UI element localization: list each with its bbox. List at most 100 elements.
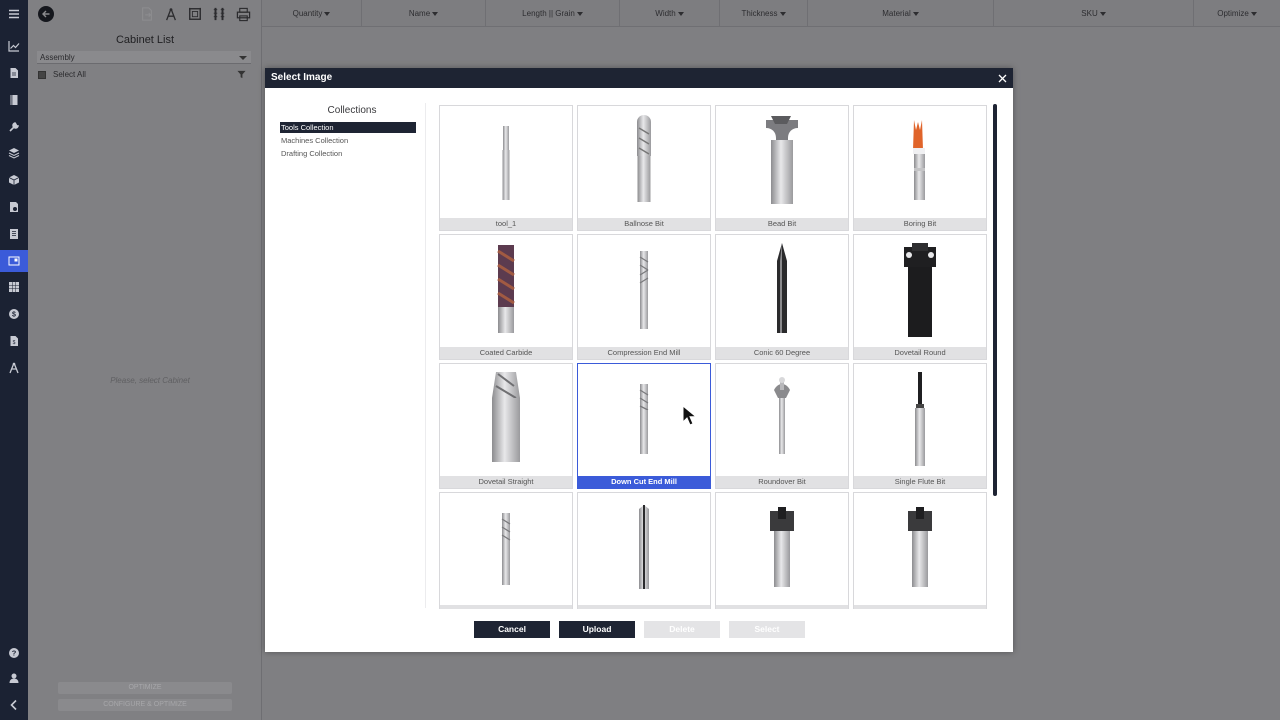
hardware-icon[interactable] (211, 6, 227, 22)
dialog-header: Select Image (265, 68, 1013, 88)
column-width[interactable]: Width (620, 0, 720, 27)
export-icon[interactable] (139, 6, 155, 22)
upload-button[interactable]: Upload (559, 621, 635, 638)
report-icon[interactable] (4, 226, 24, 242)
column-thickness[interactable]: Thickness (720, 0, 808, 27)
spiral-bit-icon (501, 513, 511, 585)
user-icon[interactable] (4, 670, 24, 686)
image-label: Roundover Bit (716, 476, 848, 488)
column-length-grain[interactable]: Length || Grain (486, 0, 620, 27)
image-tile[interactable] (715, 492, 849, 609)
help-icon[interactable]: ? (4, 645, 24, 661)
sort-caret-icon (432, 11, 439, 16)
dialog-title: Select Image (271, 72, 333, 83)
image-tile[interactable]: Roundover Bit (715, 363, 849, 489)
column-sku[interactable]: SKU (994, 0, 1194, 27)
image-tile[interactable]: Bead Bit (715, 105, 849, 231)
delete-button[interactable]: Delete (644, 621, 720, 638)
box-icon[interactable] (4, 172, 24, 188)
image-label: Bead Bit (716, 218, 848, 230)
menu-icon[interactable] (4, 6, 24, 22)
column-quantity[interactable]: Quantity (262, 0, 362, 27)
column-optimize[interactable]: Optimize (1194, 0, 1280, 27)
select-all-label: Select All (53, 70, 86, 79)
left-nav-rail: $ $ ? (0, 0, 28, 720)
image-tile[interactable]: Coated Carbide (439, 234, 573, 360)
insert-cutter-icon (908, 507, 932, 587)
blueprint-icon[interactable] (187, 6, 203, 22)
svg-text:$: $ (13, 340, 16, 346)
image-label: tool_1 (440, 218, 572, 230)
collection-drafting[interactable]: Drafting Collection (280, 148, 416, 159)
select-all-row[interactable]: Select All (38, 70, 86, 79)
column-label: Optimize (1217, 9, 1249, 18)
close-button[interactable] (995, 71, 1009, 85)
assembly-select[interactable]: Assembly (37, 51, 251, 64)
image-label: Single Flute Bit (854, 476, 986, 488)
straight-bit-icon (502, 126, 510, 200)
image-label: Dovetail Round (854, 347, 986, 359)
grid-scrollbar[interactable] (993, 104, 997, 496)
collection-machines[interactable]: Machines Collection (280, 135, 416, 146)
sort-caret-icon (1250, 11, 1257, 16)
empty-message: Please, select Cabinet (110, 376, 190, 385)
sort-caret-icon (912, 11, 919, 16)
column-name[interactable]: Name (362, 0, 486, 27)
filter-icon[interactable] (237, 70, 246, 79)
image-label: Boring Bit (854, 218, 986, 230)
image-tile[interactable] (439, 492, 573, 609)
column-label: Material (882, 9, 911, 18)
image-tile[interactable]: Dovetail Round (853, 234, 987, 360)
image-grid: tool_1 Ballnose Bit Bead Bit Boring Bit (438, 104, 991, 609)
select-image-dialog: Select Image Collections Tools Collectio… (265, 68, 1013, 652)
compression-end-mill-icon (639, 251, 649, 329)
image-tile[interactable] (577, 492, 711, 609)
layers-icon[interactable] (4, 145, 24, 161)
sort-caret-icon (677, 11, 684, 16)
mouse-pointer-icon (682, 405, 696, 426)
image-label: Down Cut End Mill (578, 476, 710, 488)
image-tile[interactable]: Conic 60 Degree (715, 234, 849, 360)
cabinet-view-icon[interactable] (0, 250, 28, 272)
image-tile[interactable]: Compression End Mill (577, 234, 711, 360)
parts-icon[interactable] (4, 199, 24, 215)
image-label (440, 605, 572, 609)
image-tile[interactable]: Dovetail Straight (439, 363, 573, 489)
select-button[interactable]: Select (729, 621, 805, 638)
back-button[interactable] (38, 6, 54, 22)
collapse-icon[interactable] (4, 697, 24, 713)
document-icon[interactable] (4, 65, 24, 81)
image-label (716, 605, 848, 609)
column-label: Width (655, 9, 676, 18)
collection-tools[interactable]: Tools Collection (280, 122, 416, 133)
image-tile[interactable]: tool_1 (439, 105, 573, 231)
image-tile[interactable] (853, 492, 987, 609)
compass-icon[interactable] (163, 6, 179, 22)
image-tile[interactable]: Ballnose Bit (577, 105, 711, 231)
chart-icon[interactable] (4, 38, 24, 54)
dovetail-straight-icon (492, 372, 520, 462)
collections-title: Collections (327, 105, 377, 116)
grid-icon[interactable] (4, 279, 24, 295)
sort-caret-icon (1099, 11, 1106, 16)
optimize-button[interactable]: OPTIMIZE (58, 682, 232, 694)
column-material[interactable]: Material (808, 0, 994, 27)
image-label (578, 605, 710, 609)
straight-carbide-bit-icon (639, 505, 649, 589)
book-icon[interactable] (4, 92, 24, 108)
image-tile[interactable]: Boring Bit (853, 105, 987, 231)
select-all-checkbox[interactable] (38, 70, 46, 79)
invoice-icon[interactable]: $ (4, 333, 24, 349)
assembly-value: Assembly (40, 53, 75, 62)
print-icon[interactable] (235, 6, 251, 22)
image-label: Ballnose Bit (578, 218, 710, 230)
cancel-button[interactable]: Cancel (474, 621, 550, 638)
tools-icon[interactable] (4, 119, 24, 135)
dollar-icon[interactable]: $ (4, 306, 24, 322)
drafting-icon[interactable] (4, 360, 24, 376)
image-tile[interactable]: Single Flute Bit (853, 363, 987, 489)
roundover-bit-icon (774, 377, 790, 454)
image-label: Dovetail Straight (440, 476, 572, 488)
bead-bit-icon (766, 116, 798, 204)
configure-optimize-button[interactable]: CONFIGURE & OPTIMIZE (58, 699, 232, 711)
